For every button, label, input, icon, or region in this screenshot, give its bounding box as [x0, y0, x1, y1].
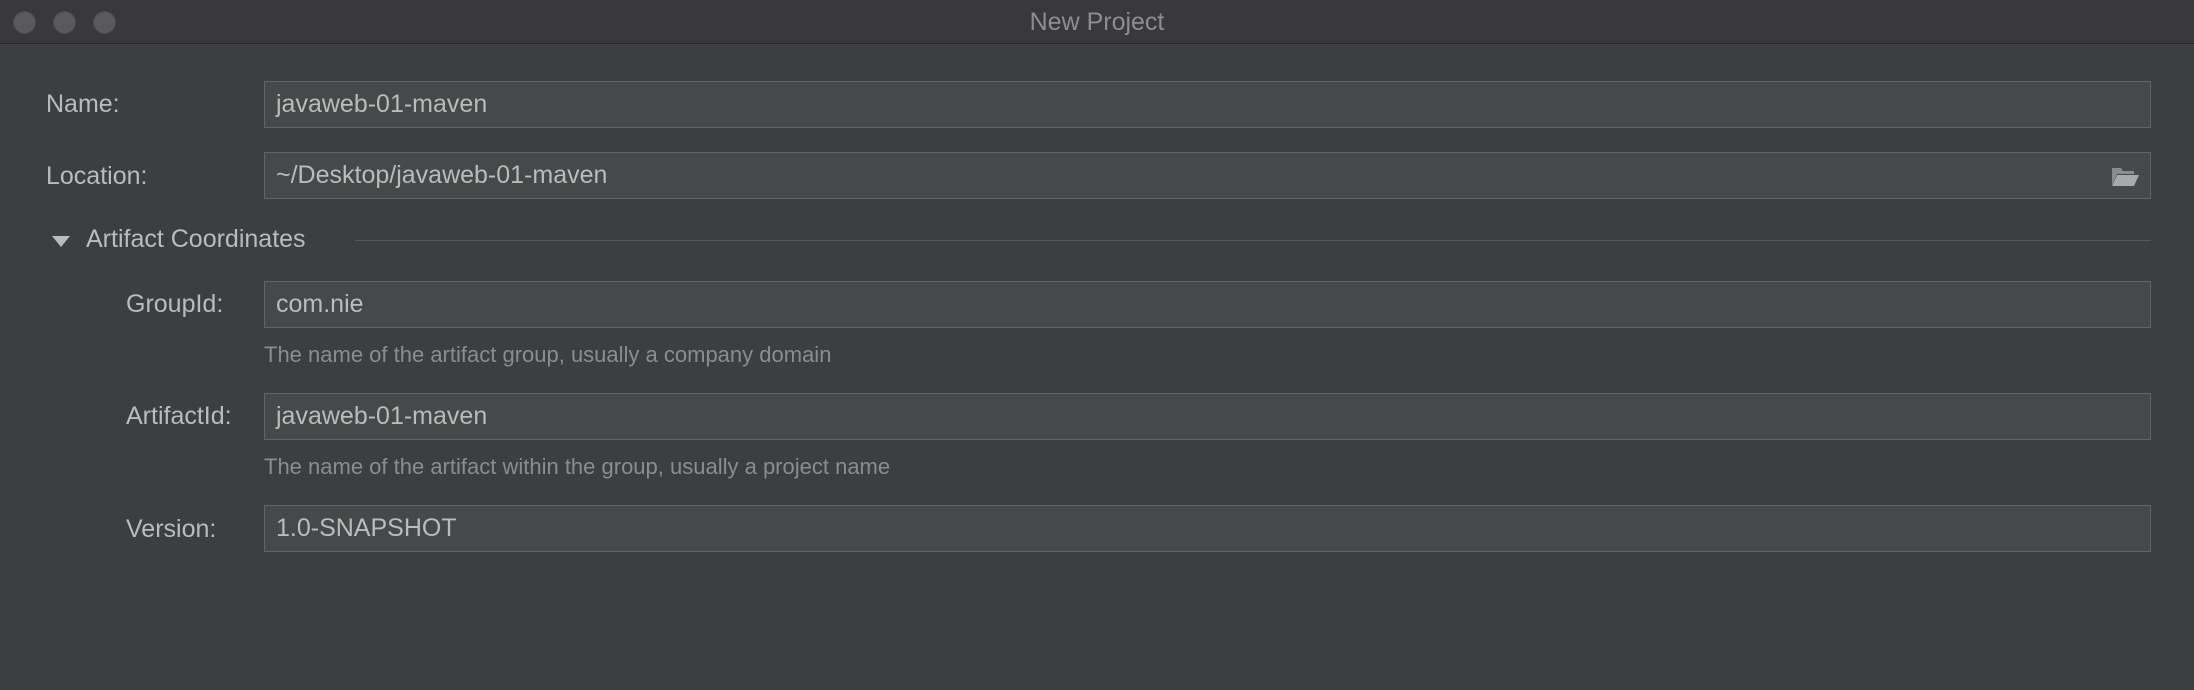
window-title: New Project: [1029, 8, 1165, 36]
artifactid-label: ArtifactId:: [126, 402, 232, 430]
title-bar: New Project: [0, 0, 2194, 44]
groupid-field-value: com.nie: [276, 290, 364, 318]
section-divider: [355, 240, 2151, 241]
version-label: Version:: [126, 515, 217, 543]
name-field-value: javaweb-01-maven: [276, 90, 488, 118]
folder-open-icon[interactable]: [2110, 165, 2140, 187]
version-field-value: 1.0-SNAPSHOT: [276, 514, 457, 542]
version-field[interactable]: 1.0-SNAPSHOT: [264, 505, 2151, 552]
artifactid-field[interactable]: javaweb-01-maven: [264, 393, 2151, 440]
location-label: Location:: [46, 162, 148, 190]
artifactid-field-value: javaweb-01-maven: [276, 402, 488, 430]
name-field[interactable]: javaweb-01-maven: [264, 81, 2151, 128]
location-field-value: ~/Desktop/javaweb-01-maven: [276, 161, 608, 189]
section-title[interactable]: Artifact Coordinates: [86, 225, 306, 254]
new-project-window: New Project Name: javaweb-01-maven Locat…: [0, 0, 2194, 690]
groupid-hint: The name of the artifact group, usually …: [264, 342, 832, 367]
groupid-label: GroupId:: [126, 290, 224, 318]
name-label: Name:: [46, 90, 120, 118]
location-field[interactable]: ~/Desktop/javaweb-01-maven: [264, 152, 2151, 199]
groupid-field[interactable]: com.nie: [264, 281, 2151, 328]
artifact-coordinates-header[interactable]: Artifact Coordinates: [52, 225, 2152, 257]
artifactid-hint: The name of the artifact within the grou…: [264, 454, 891, 479]
chevron-down-icon[interactable]: [52, 236, 70, 247]
